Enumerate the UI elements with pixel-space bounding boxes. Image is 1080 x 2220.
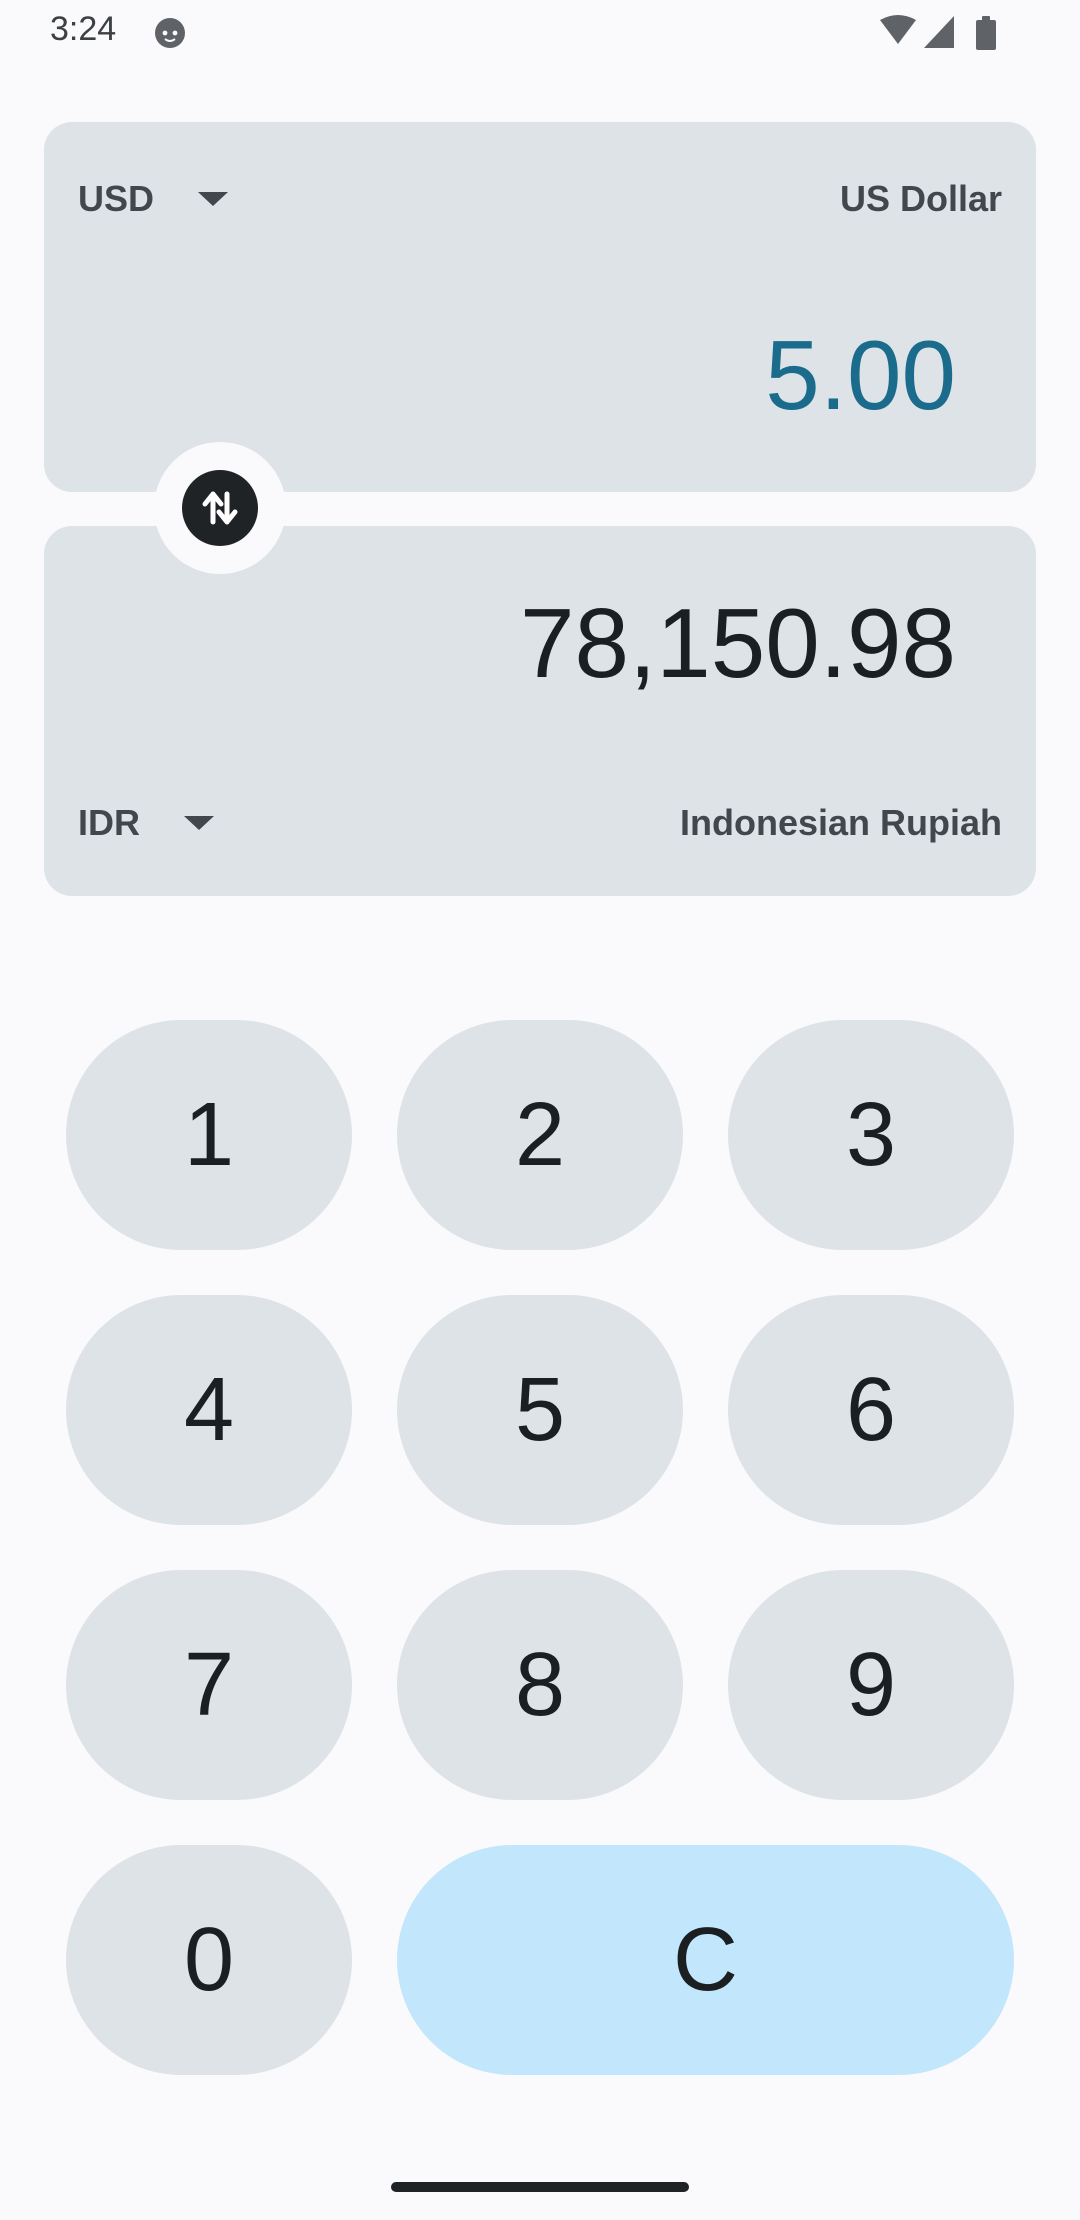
key-7[interactable]: 7: [66, 1570, 352, 1800]
swap-currencies-button[interactable]: [182, 470, 258, 546]
swap-vertical-icon: [202, 491, 238, 525]
chevron-down-icon: [198, 192, 229, 206]
from-currency-card[interactable]: USD US Dollar 5.00: [44, 122, 1036, 492]
clear-button[interactable]: C: [397, 1845, 1014, 2075]
from-currency-name: US Dollar: [839, 178, 1002, 219]
wifi-icon: [880, 15, 916, 44]
to-currency-dropdown[interactable]: IDR: [78, 798, 214, 848]
from-amount: 5.00: [765, 320, 956, 430]
status-icons: [880, 15, 996, 50]
to-currency-name: Indonesian Rupiah: [679, 802, 1002, 843]
status-bar: 3:24: [0, 0, 1080, 66]
key-4[interactable]: 4: [66, 1295, 352, 1525]
battery-icon: [976, 16, 996, 50]
key-8[interactable]: 8: [397, 1570, 683, 1800]
key-1[interactable]: 1: [66, 1020, 352, 1250]
key-9[interactable]: 9: [728, 1570, 1014, 1800]
chevron-down-icon: [184, 816, 214, 830]
status-time: 3:24: [50, 10, 117, 48]
to-currency-code: IDR: [78, 802, 140, 843]
cat-notification-icon: [155, 18, 185, 48]
cellular-signal-icon: [924, 16, 954, 48]
from-currency-code: USD: [78, 178, 155, 219]
home-indicator[interactable]: [391, 2182, 689, 2192]
key-0[interactable]: 0: [66, 1845, 352, 2075]
from-currency-dropdown[interactable]: USD: [78, 174, 229, 224]
key-2[interactable]: 2: [397, 1020, 683, 1250]
to-currency-card[interactable]: 78,150.98 IDR Indonesian Rupiah: [44, 526, 1036, 896]
key-3[interactable]: 3: [728, 1020, 1014, 1250]
key-6[interactable]: 6: [728, 1295, 1014, 1525]
currency-converter-screen: 3:24 USD US Dollar 5.00 78,150.98 IDR In…: [0, 0, 1080, 2220]
swap-button-ring: [154, 442, 286, 574]
key-5[interactable]: 5: [397, 1295, 683, 1525]
to-amount: 78,150.98: [520, 588, 956, 698]
